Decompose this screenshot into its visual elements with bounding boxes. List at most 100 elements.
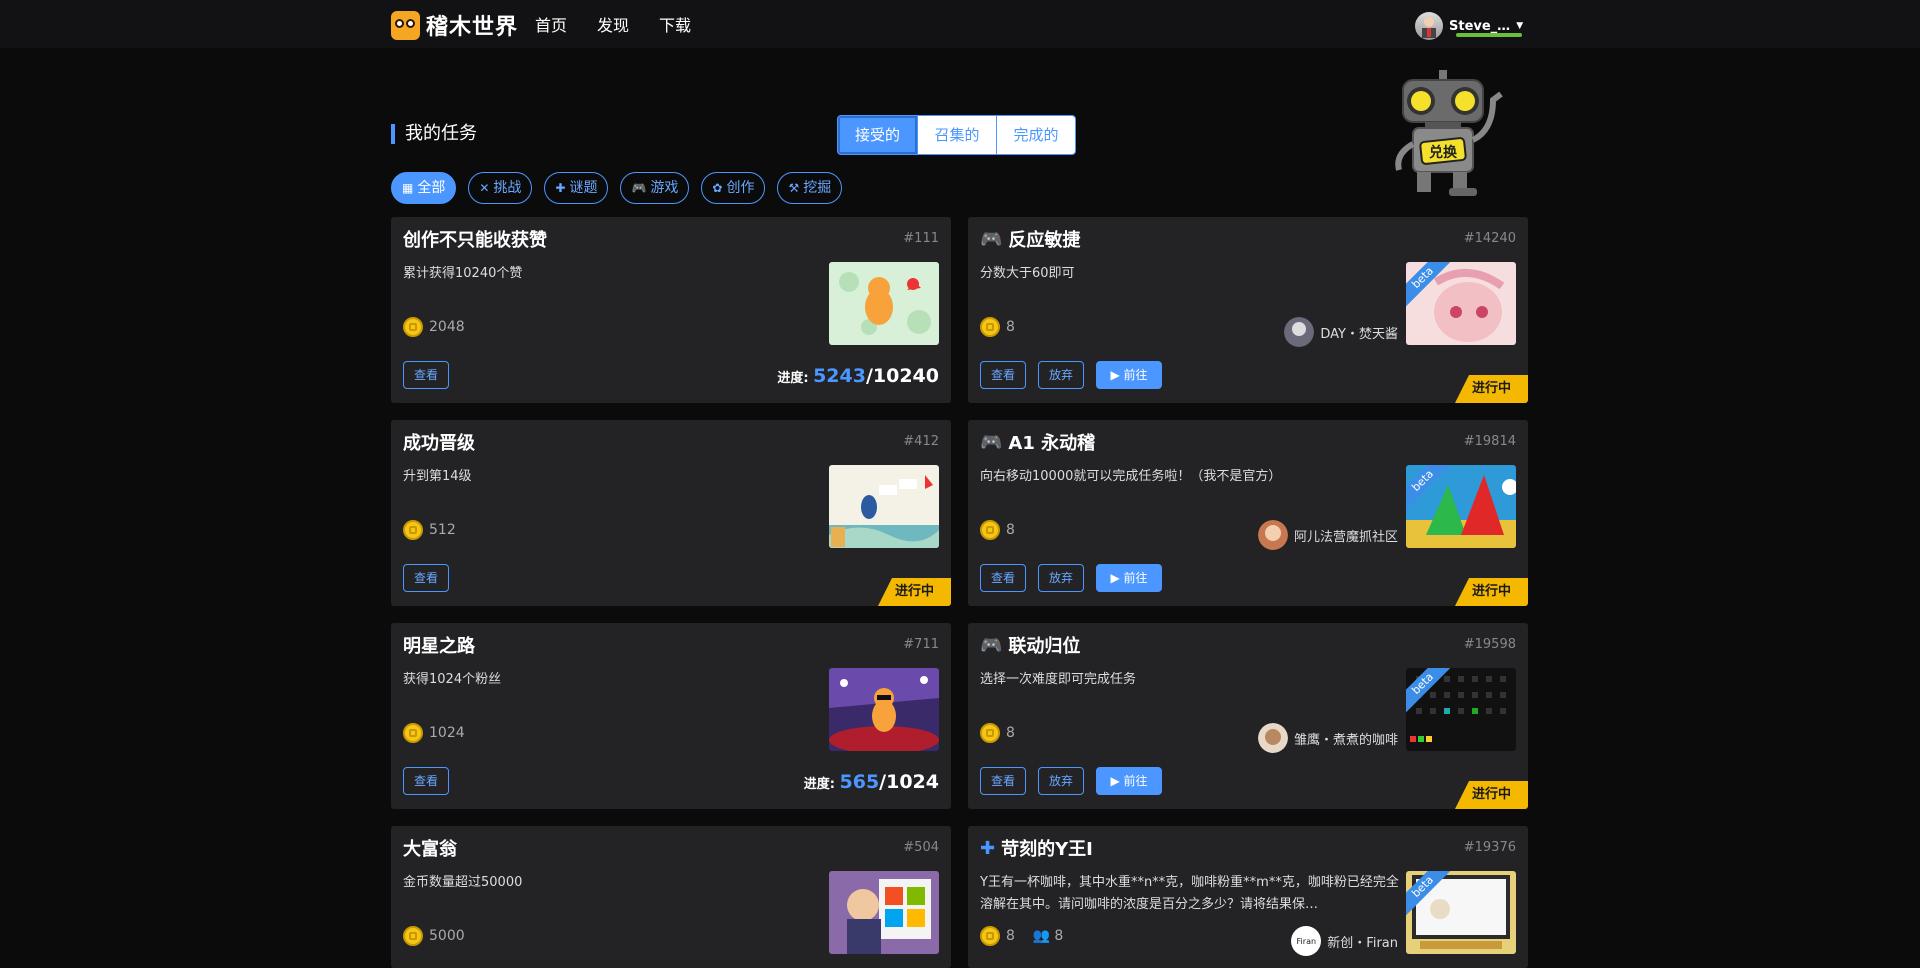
chevron-down-icon[interactable]: ▼ [1516,21,1523,31]
author-name[interactable]: 雏鹰・煮煮的咖啡 [1294,729,1398,748]
robot-badge-text: 兑换 [1429,144,1458,161]
coin-icon [403,926,423,946]
coin-reward: 2048 [429,319,465,335]
username[interactable]: Steve_… [1449,19,1510,34]
author-name[interactable]: DAY・焚天酱 [1320,323,1398,342]
task-desc: 金币数量超过50000 [403,875,523,890]
abandon-button[interactable]: 放弃 [1038,564,1085,592]
task-progress: 进度: 565/1024 [803,771,939,793]
task-id: #19376 [1463,840,1516,855]
task-thumbnail[interactable] [829,871,939,954]
logo-icon [391,10,420,40]
go-button[interactable]: ▶ 前往 [1096,361,1163,389]
task-thumbnail[interactable] [829,262,939,345]
avatar[interactable] [1257,520,1288,550]
abandon-button[interactable]: 放弃 [1038,361,1085,389]
gamepad-icon: 🎮 [980,431,1003,453]
task-card: 大富翁 #504 金币数量超过50000 5000 [391,826,951,968]
exchange-robot[interactable]: 兑换 [1389,70,1513,200]
abandon-button[interactable]: 放弃 [1038,767,1085,795]
avatar[interactable] [1257,723,1288,753]
filter-all[interactable]: ▦ 全部 [391,172,457,204]
task-id: #111 [903,231,939,246]
view-button[interactable]: 查看 [403,767,450,795]
task-card: 创作不只能收获赞 #111 累计获得10240个赞 2048 查看 进度: 52… [391,217,951,403]
logo-text: 稽木世界 [426,15,519,40]
tab-completed[interactable]: 完成的 [996,116,1075,154]
coin-icon [980,520,1000,540]
task-card: 🎮 反应敏捷 #14240 分数大于60即可 8 DAY・焚天酱 beta 查看 … [968,217,1528,403]
filter-create[interactable]: ✿ 创作 [701,172,766,204]
task-card: 🎮 联动归位 #19598 选择一次难度即可完成任务 8 雏鹰・煮煮的咖啡 bet… [968,623,1528,809]
filter-challenge[interactable]: ✕ 挑战 [468,172,533,204]
coin-icon [980,926,1000,946]
task-author[interactable]: Firan 新创・Firan [1291,926,1398,956]
task-tabs: 接受的 召集的 完成的 [837,115,1076,155]
puzzle-icon: ✚ [555,181,566,195]
go-button[interactable]: ▶ 前往 [1096,767,1163,795]
task-thumbnail[interactable] [829,668,939,751]
avatar[interactable] [1284,317,1315,347]
task-progress: 进度: 5243/10240 [777,365,939,387]
task-id: #19598 [1463,637,1516,652]
tab-accepted[interactable]: 接受的 [838,116,917,154]
view-button[interactable]: 查看 [980,564,1027,592]
status-badge: 进行中 [1455,578,1528,606]
site-logo[interactable]: 稽木世界 [391,9,518,41]
task-id: #504 [903,840,939,855]
puzzle-icon: ✚ [980,837,996,859]
coin-icon [980,317,1000,337]
play-icon: ▶ [1110,774,1124,788]
nav-discover[interactable]: 发现 [597,12,629,36]
task-thumbnail[interactable] [829,465,939,548]
author-name[interactable]: 新创・Firan [1327,932,1398,951]
task-title: 反应敏捷 [1008,230,1081,251]
view-button[interactable]: 查看 [980,361,1027,389]
task-thumbnail[interactable]: beta [1406,871,1516,954]
gamepad-icon: 🎮 [980,228,1003,250]
view-button[interactable]: 查看 [980,767,1027,795]
task-card: 明星之路 #711 获得1024个粉丝 1024 查看 进度: 565/1024 [391,623,951,809]
filter-puzzle[interactable]: ✚ 谜题 [544,172,609,204]
nav-download[interactable]: 下载 [659,12,691,36]
play-icon: ▶ [1110,571,1124,585]
view-button[interactable]: 查看 [403,564,450,592]
view-button[interactable]: 查看 [403,361,450,389]
task-desc: 累计获得10240个赞 [403,266,523,281]
task-title: 明星之路 [403,636,475,657]
task-thumbnail[interactable]: beta [1406,668,1516,751]
coin-icon [980,723,1000,743]
task-title: 大富翁 [403,839,457,860]
coin-icon [403,317,423,337]
coin-reward: 8 [1006,725,1015,741]
task-title: 联动归位 [1008,636,1081,657]
gamepad-icon: 🎮 [631,181,647,195]
pickaxe-icon: ⚒ [788,181,800,195]
task-desc: 获得1024个粉丝 [403,672,502,687]
task-author[interactable]: 雏鹰・煮煮的咖啡 [1257,723,1398,753]
user-level-bar [1456,33,1522,37]
filter-game[interactable]: 🎮 游戏 [620,172,690,204]
avatar[interactable] [1415,12,1443,40]
coin-icon [403,520,423,540]
task-id: #14240 [1463,231,1516,246]
nav-home[interactable]: 首页 [535,12,567,36]
avatar[interactable]: Firan [1291,926,1322,956]
page-title: 我的任务 [391,124,477,144]
top-navbar: 稽木世界 首页 发现 下载 Steve_… ▼ [0,0,1920,48]
task-thumbnail[interactable]: beta [1406,262,1516,345]
task-card: ✚ 苛刻的Y王I #19376 Y王有一杯咖啡，其中水重**n**克，咖啡粉重**… [968,826,1528,968]
participant-count: 8 [1054,928,1064,944]
task-id: #711 [903,637,939,652]
task-title: 成功晋级 [403,433,475,454]
tab-initiated[interactable]: 召集的 [917,116,996,154]
task-desc: 选择一次难度即可完成任务 [980,672,1137,687]
author-name[interactable]: 阿儿法营魔抓社区 [1294,526,1398,545]
task-desc: 向右移动10000就可以完成任务啦！（我不是官方） [980,469,1282,484]
task-author[interactable]: DAY・焚天酱 [1284,317,1398,347]
palette-icon: ✿ [712,181,723,195]
filter-dig[interactable]: ⚒ 挖掘 [777,172,843,204]
task-thumbnail[interactable]: beta [1406,465,1516,548]
task-author[interactable]: 阿儿法营魔抓社区 [1257,520,1398,550]
go-button[interactable]: ▶ 前往 [1096,564,1163,592]
